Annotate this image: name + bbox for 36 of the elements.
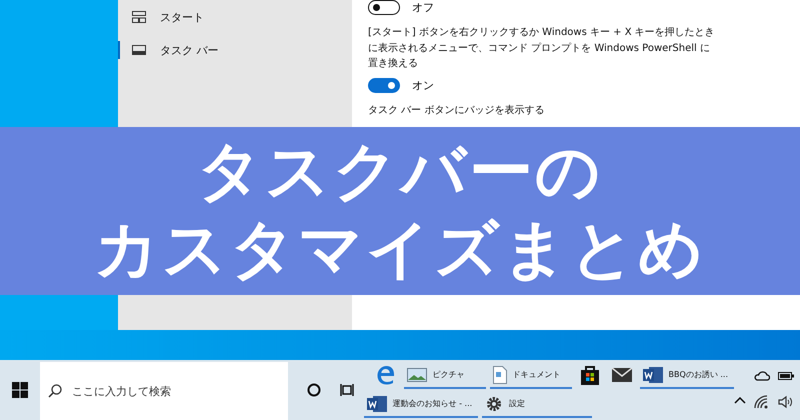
toggle-label: オン — [412, 78, 434, 92]
banner-title: カスタマイズまとめ — [94, 212, 706, 289]
taskbar-button[interactable]: ドキュメント — [490, 362, 572, 389]
taskbar-button[interactable]: 運動会のお知らせ - ... — [364, 391, 478, 418]
document-w-icon — [366, 394, 387, 412]
toggle-switch[interactable] — [368, 0, 400, 15]
settings-icon — [485, 394, 504, 412]
toggle-label: オフ — [412, 0, 434, 15]
sidebar-item[interactable]: スタート — [118, 8, 352, 26]
start-layout-icon — [132, 11, 146, 23]
task-view-icon[interactable] — [340, 383, 354, 397]
picture-icon — [406, 368, 427, 382]
setting-label: [スタート] ボタンを右クリックするか Windows キー + X キーを押したときに表示されるメニューで、コマンド プロンプトを Windows PowerShell に置き換える — [368, 26, 716, 71]
search-icon — [48, 384, 62, 398]
search-field[interactable]: ここに入力して検索 — [40, 362, 288, 420]
search-input[interactable]: ここに入力して検索 — [70, 384, 274, 398]
sidebar-item[interactable]: タスク バー — [118, 41, 352, 59]
taskbar-icon — [132, 45, 146, 55]
setting-label: タスク バー ボタンにバッジを表示する — [368, 104, 546, 118]
speaker-icon[interactable] — [778, 395, 794, 409]
windows-logo-icon[interactable] — [12, 382, 28, 398]
wifi-icon[interactable] — [754, 395, 768, 409]
shopping-bag-icon — [580, 364, 600, 384]
chevron-up-icon[interactable] — [734, 396, 746, 404]
taskbar-button[interactable]: BBQのお誘い ... — [640, 362, 734, 389]
taskbar-button[interactable]: 設定 — [482, 391, 592, 418]
cloud-icon[interactable] — [754, 371, 770, 381]
browser-icon — [374, 364, 397, 386]
circle-icon[interactable] — [306, 383, 321, 397]
document-icon — [492, 366, 507, 384]
banner-title: タスクバーの — [197, 134, 603, 211]
document-w-icon — [642, 366, 663, 384]
toggle-switch[interactable] — [368, 78, 400, 92]
mail-icon — [612, 368, 632, 382]
battery-icon[interactable] — [778, 371, 794, 381]
taskbar-button[interactable]: ピクチャ — [404, 362, 486, 389]
